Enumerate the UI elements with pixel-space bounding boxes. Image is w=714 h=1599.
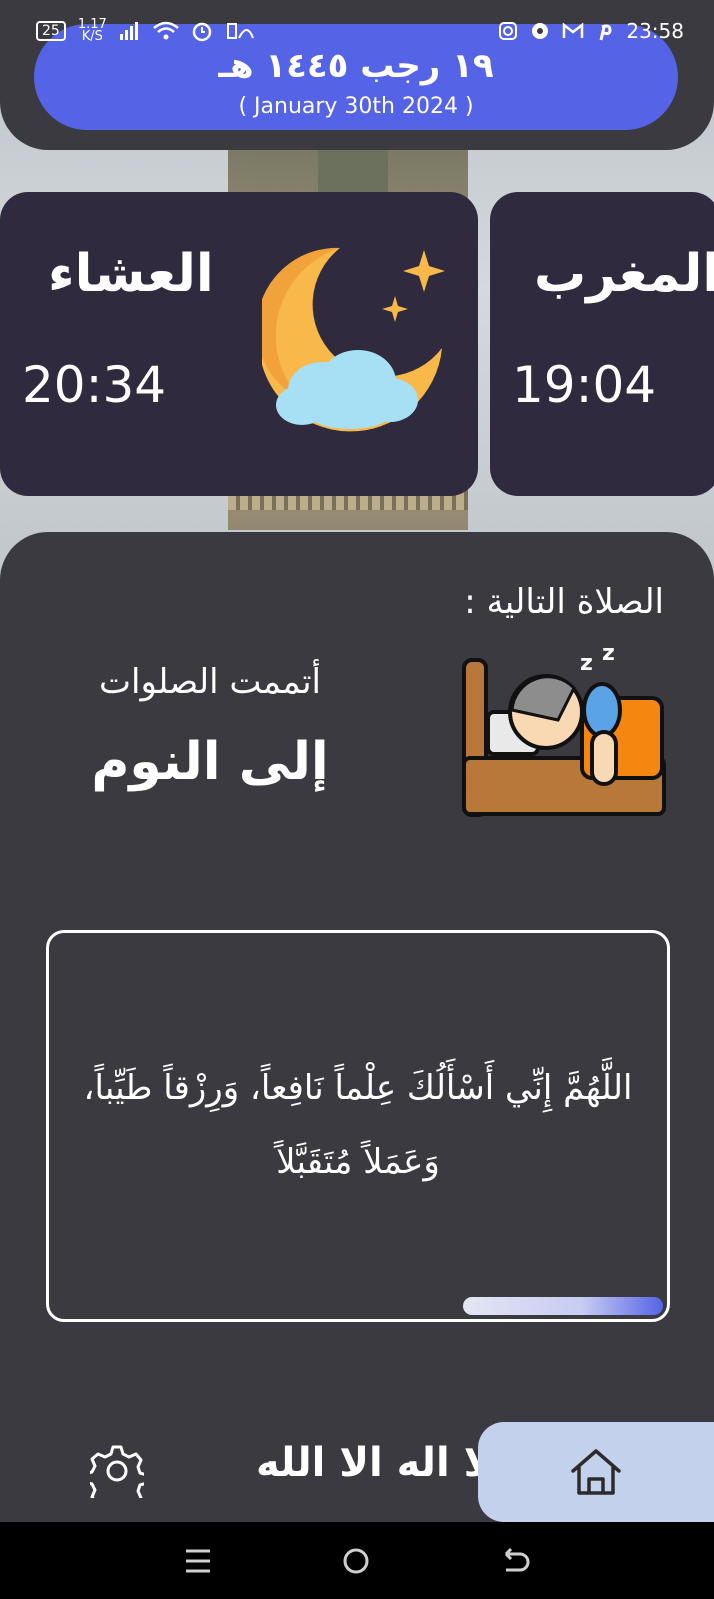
next-prayer-label: الصلاة التالية :	[464, 582, 664, 622]
wifi-icon	[152, 21, 179, 40]
network-speed: 1.17 K/S	[77, 17, 107, 44]
prayer-card-isha[interactable]: العشاء 20:34	[0, 192, 478, 496]
settings-icon	[83, 1445, 149, 1512]
svg-text:z: z	[580, 651, 593, 676]
headset-icon	[226, 23, 254, 39]
battery-indicator: 25	[36, 21, 66, 41]
moon-icon	[262, 247, 445, 432]
dua-text: اللَّهُمَّ إِنِّي أَسْأَلُكَ عِلْماً نَا…	[83, 1068, 633, 1182]
isha-name: العشاء	[48, 244, 214, 304]
maghrib-time: 19:04	[512, 356, 657, 414]
bottom-nav: لا اله الا الله	[0, 1412, 714, 1522]
sleeping-person-icon: z z	[462, 641, 666, 817]
pinterest-icon	[599, 24, 612, 41]
recent-apps-icon[interactable]	[184, 1548, 212, 1574]
dua-box: اللَّهُمَّ إِنِّي أَسْأَلُكَ عِلْماً نَا…	[46, 930, 670, 1322]
back-icon[interactable]	[500, 1547, 530, 1574]
alarm-icon	[192, 22, 212, 42]
home-button[interactable]	[478, 1422, 714, 1522]
app-notification-icon	[532, 23, 549, 39]
clock: 23:58	[626, 19, 684, 43]
main-panel: الصلاة التالية : أتممت الصلوات إلى النوم…	[0, 532, 714, 1532]
svg-text:z: z	[602, 641, 615, 666]
system-nav-bar	[0, 1522, 714, 1599]
dua-progress-bar	[463, 1297, 663, 1315]
instagram-icon	[499, 22, 518, 40]
status-bar: 25 1.17 K/S 23:58	[0, 0, 714, 62]
prayer-card-maghrib[interactable]: المغرب 19:04	[490, 192, 714, 496]
tahlil-button[interactable]: لا اله الا الله	[256, 1440, 493, 1486]
home-icon	[571, 1449, 621, 1495]
prayers-done-text: أتممت الصلوات	[99, 662, 321, 702]
home-system-icon[interactable]	[341, 1546, 371, 1576]
gmail-icon	[563, 22, 584, 38]
maghrib-name: المغرب	[534, 244, 714, 304]
isha-time: 20:34	[22, 356, 167, 414]
gregorian-date: ( January 30th 2024 )	[238, 93, 474, 119]
signal-icon	[119, 22, 138, 40]
to-sleep-text: إلى النوم	[91, 732, 329, 792]
settings-button[interactable]	[83, 1444, 149, 1512]
